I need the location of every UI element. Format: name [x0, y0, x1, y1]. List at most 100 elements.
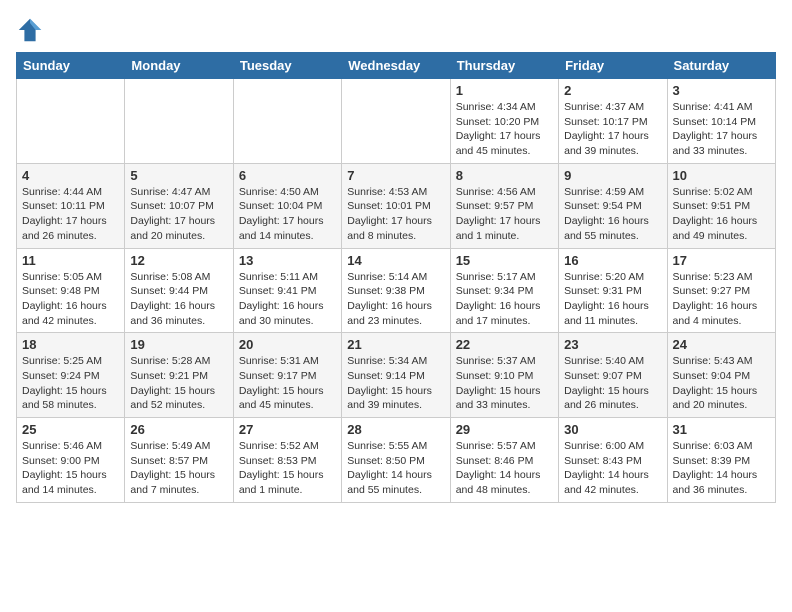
calendar-cell: 13Sunrise: 5:11 AMSunset: 9:41 PMDayligh… [233, 248, 341, 333]
day-info: Sunrise: 5:28 AMSunset: 9:21 PMDaylight:… [130, 354, 227, 413]
day-info: Sunrise: 5:20 AMSunset: 9:31 PMDaylight:… [564, 270, 661, 329]
calendar-cell: 20 Sunrise: 5:31 AMSunset: 9:17 PMDayligh… [233, 333, 341, 418]
calendar-cell: 3Sunrise: 4:41 AMSunset: 10:14 PMDayligh… [667, 79, 775, 164]
calendar-header-tuesday: Tuesday [233, 53, 341, 79]
day-info: Sunrise: 5:25 AMSunset: 9:24 PMDaylight:… [22, 354, 119, 413]
day-number: 14 [347, 253, 444, 268]
day-number: 15 [456, 253, 553, 268]
calendar-cell: 26Sunrise: 5:49 AMSunset: 8:57 PMDayligh… [125, 418, 233, 503]
logo [16, 16, 48, 44]
calendar-cell: 9Sunrise: 4:59 AMSunset: 9:54 PMDaylight… [559, 163, 667, 248]
calendar-cell: 30Sunrise: 6:00 AMSunset: 8:43 PMDayligh… [559, 418, 667, 503]
calendar-cell [125, 79, 233, 164]
calendar-cell: 10Sunrise: 5:02 AMSunset: 9:51 PMDayligh… [667, 163, 775, 248]
calendar-header-monday: Monday [125, 53, 233, 79]
calendar-cell: 11 Sunrise: 5:05 AMSunset: 9:48 PMDayligh… [17, 248, 125, 333]
day-info: Sunrise: 4:50 AMSunset: 10:04 PMDaylight… [239, 185, 336, 244]
day-number: 2 [564, 83, 661, 98]
calendar-cell: 21 Sunrise: 5:34 AMSunset: 9:14 PMDayligh… [342, 333, 450, 418]
calendar-cell: 19 Sunrise: 5:28 AMSunset: 9:21 PMDayligh… [125, 333, 233, 418]
day-number: 12 [130, 253, 227, 268]
calendar-header-wednesday: Wednesday [342, 53, 450, 79]
day-number: 23 [564, 337, 661, 352]
day-number: 31 [673, 422, 770, 437]
day-info: Sunrise: 5:40 AMSunset: 9:07 PMDaylight:… [564, 354, 661, 413]
calendar-header-row: SundayMondayTuesdayWednesdayThursdayFrid… [17, 53, 776, 79]
day-info: Sunrise: 5:05 AMSunset: 9:48 PMDaylight:… [22, 270, 119, 329]
calendar-cell: 18 Sunrise: 5:25 AMSunset: 9:24 PMDayligh… [17, 333, 125, 418]
day-number: 7 [347, 168, 444, 183]
day-info: Sunrise: 6:03 AMSunset: 8:39 PMDaylight:… [673, 439, 770, 498]
day-info: Sunrise: 4:37 AMSunset: 10:17 PMDaylight… [564, 100, 661, 159]
calendar-row-4: 25 Sunrise: 5:46 AMSunset: 9:00 PMDayligh… [17, 418, 776, 503]
day-info: Sunrise: 4:34 AMSunset: 10:20 PMDaylight… [456, 100, 553, 159]
calendar-table: SundayMondayTuesdayWednesdayThursdayFrid… [16, 52, 776, 503]
day-number: 21 [347, 337, 444, 352]
day-number: 20 [239, 337, 336, 352]
day-number: 28 [347, 422, 444, 437]
day-info: Sunrise: 4:47 AMSunset: 10:07 PMDaylight… [130, 185, 227, 244]
calendar-cell: 27 Sunrise: 5:52 AMSunset: 8:53 PMDayligh… [233, 418, 341, 503]
day-number: 24 [673, 337, 770, 352]
day-info: Sunrise: 5:23 AMSunset: 9:27 PMDaylight:… [673, 270, 770, 329]
calendar-cell [17, 79, 125, 164]
calendar-header-thursday: Thursday [450, 53, 558, 79]
calendar-cell: 25 Sunrise: 5:46 AMSunset: 9:00 PMDayligh… [17, 418, 125, 503]
day-number: 19 [130, 337, 227, 352]
day-info: Sunrise: 5:52 AMSunset: 8:53 PMDaylight:… [239, 439, 336, 498]
day-info: Sunrise: 4:53 AMSunset: 10:01 PMDaylight… [347, 185, 444, 244]
calendar-cell: 31 Sunrise: 6:03 AMSunset: 8:39 PMDayligh… [667, 418, 775, 503]
day-info: Sunrise: 5:08 AMSunset: 9:44 PMDaylight:… [130, 270, 227, 329]
day-number: 17 [673, 253, 770, 268]
calendar-cell: 15 Sunrise: 5:17 AMSunset: 9:34 PMDayligh… [450, 248, 558, 333]
calendar-cell: 7 Sunrise: 4:53 AMSunset: 10:01 PMDayligh… [342, 163, 450, 248]
calendar-cell: 2 Sunrise: 4:37 AMSunset: 10:17 PMDayligh… [559, 79, 667, 164]
calendar-cell [233, 79, 341, 164]
day-info: Sunrise: 5:57 AMSunset: 8:46 PMDaylight:… [456, 439, 553, 498]
day-number: 27 [239, 422, 336, 437]
calendar-cell: 5Sunrise: 4:47 AMSunset: 10:07 PMDayligh… [125, 163, 233, 248]
day-info: Sunrise: 4:56 AMSunset: 9:57 PMDaylight:… [456, 185, 553, 244]
calendar-row-3: 18 Sunrise: 5:25 AMSunset: 9:24 PMDayligh… [17, 333, 776, 418]
day-number: 3 [673, 83, 770, 98]
day-info: Sunrise: 5:49 AMSunset: 8:57 PMDaylight:… [130, 439, 227, 498]
calendar-cell: 24 Sunrise: 5:43 AMSunset: 9:04 PMDayligh… [667, 333, 775, 418]
day-number: 6 [239, 168, 336, 183]
day-info: Sunrise: 5:17 AMSunset: 9:34 PMDaylight:… [456, 270, 553, 329]
day-info: Sunrise: 5:34 AMSunset: 9:14 PMDaylight:… [347, 354, 444, 413]
calendar-cell: 4Sunrise: 4:44 AMSunset: 10:11 PMDayligh… [17, 163, 125, 248]
calendar-header-saturday: Saturday [667, 53, 775, 79]
day-number: 29 [456, 422, 553, 437]
calendar-row-2: 11 Sunrise: 5:05 AMSunset: 9:48 PMDayligh… [17, 248, 776, 333]
day-number: 25 [22, 422, 119, 437]
day-number: 30 [564, 422, 661, 437]
day-number: 1 [456, 83, 553, 98]
calendar-row-0: 1 Sunrise: 4:34 AMSunset: 10:20 PMDayligh… [17, 79, 776, 164]
calendar-cell: 29 Sunrise: 5:57 AMSunset: 8:46 PMDayligh… [450, 418, 558, 503]
page-header [16, 16, 776, 44]
logo-icon [16, 16, 44, 44]
calendar-cell: 1 Sunrise: 4:34 AMSunset: 10:20 PMDayligh… [450, 79, 558, 164]
day-number: 8 [456, 168, 553, 183]
day-info: Sunrise: 5:37 AMSunset: 9:10 PMDaylight:… [456, 354, 553, 413]
day-number: 22 [456, 337, 553, 352]
calendar-cell: 12 Sunrise: 5:08 AMSunset: 9:44 PMDayligh… [125, 248, 233, 333]
day-info: Sunrise: 4:59 AMSunset: 9:54 PMDaylight:… [564, 185, 661, 244]
day-number: 11 [22, 253, 119, 268]
day-info: Sunrise: 5:43 AMSunset: 9:04 PMDaylight:… [673, 354, 770, 413]
calendar-row-1: 4Sunrise: 4:44 AMSunset: 10:11 PMDayligh… [17, 163, 776, 248]
calendar-cell: 22 Sunrise: 5:37 AMSunset: 9:10 PMDayligh… [450, 333, 558, 418]
calendar-body: 1 Sunrise: 4:34 AMSunset: 10:20 PMDayligh… [17, 79, 776, 503]
day-info: Sunrise: 5:02 AMSunset: 9:51 PMDaylight:… [673, 185, 770, 244]
day-number: 18 [22, 337, 119, 352]
day-number: 4 [22, 168, 119, 183]
day-info: Sunrise: 5:55 AMSunset: 8:50 PMDaylight:… [347, 439, 444, 498]
calendar-cell: 8 Sunrise: 4:56 AMSunset: 9:57 PMDaylight… [450, 163, 558, 248]
day-info: Sunrise: 5:31 AMSunset: 9:17 PMDaylight:… [239, 354, 336, 413]
day-info: Sunrise: 5:46 AMSunset: 9:00 PMDaylight:… [22, 439, 119, 498]
calendar-cell: 16Sunrise: 5:20 AMSunset: 9:31 PMDayligh… [559, 248, 667, 333]
calendar-cell: 6 Sunrise: 4:50 AMSunset: 10:04 PMDayligh… [233, 163, 341, 248]
calendar-cell: 28 Sunrise: 5:55 AMSunset: 8:50 PMDayligh… [342, 418, 450, 503]
calendar-cell [342, 79, 450, 164]
day-number: 13 [239, 253, 336, 268]
